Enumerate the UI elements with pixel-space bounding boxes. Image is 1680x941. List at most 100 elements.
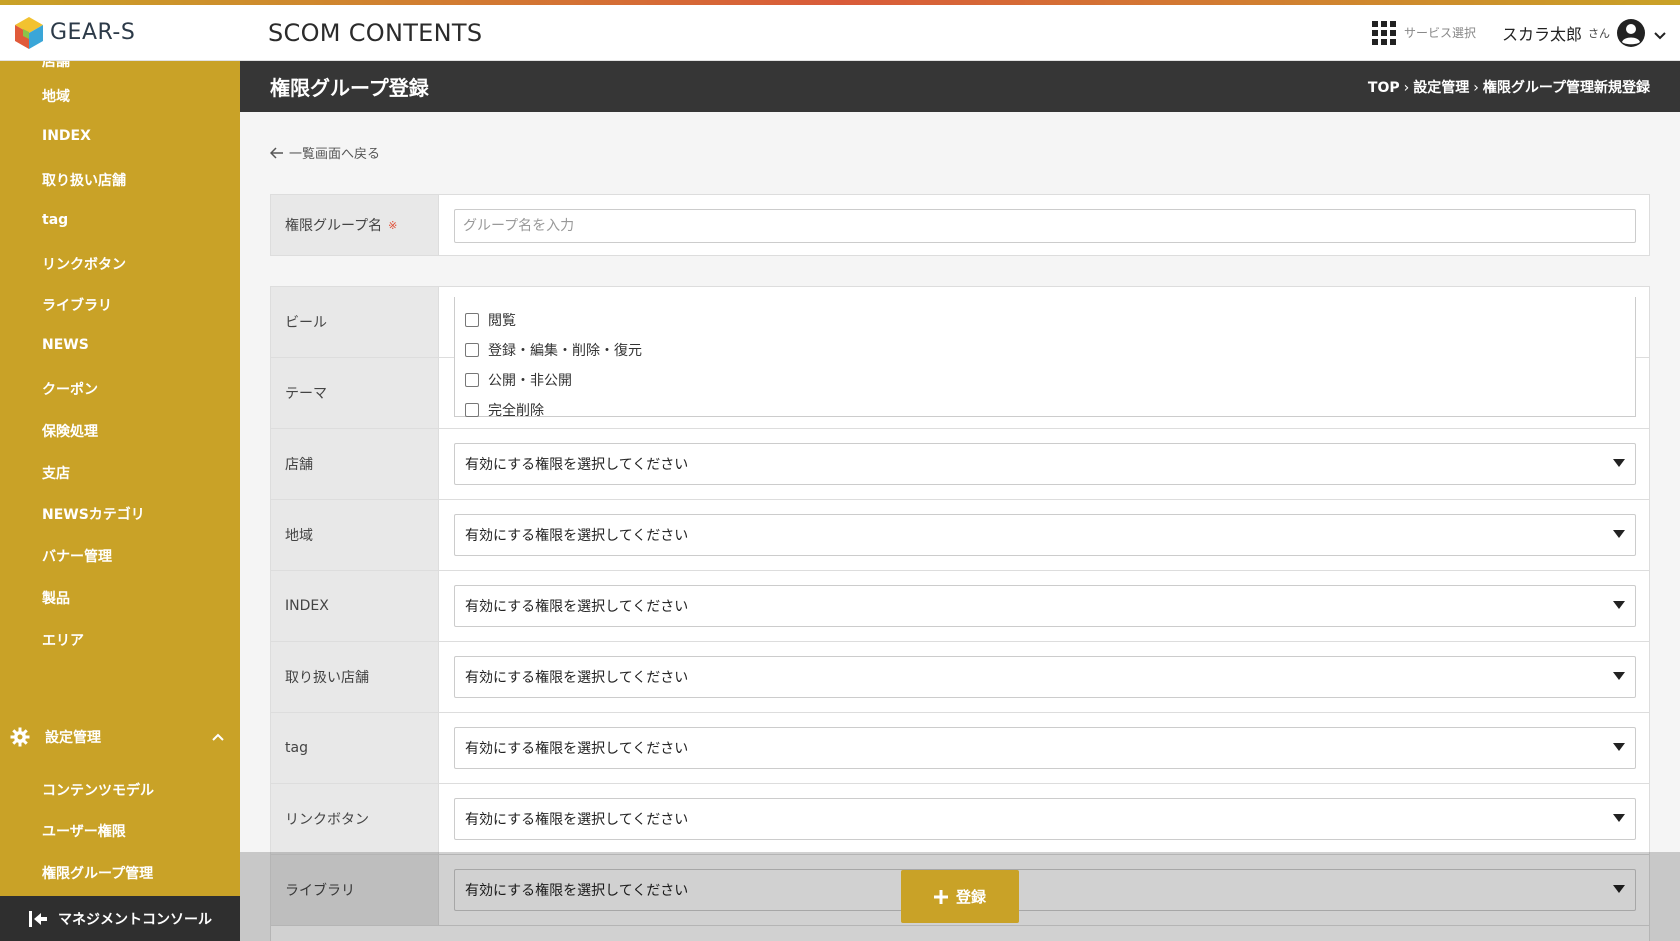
sidebar-item-news[interactable]: NEWS [42,337,89,353]
perm-select-text: 有効にする権限を選択してください [465,599,689,615]
option-label: 閲覧 [488,313,516,329]
chevron-down-icon[interactable] [1652,28,1668,44]
sidebar-item-banner[interactable]: バナー管理 [42,546,112,566]
page-title: 権限グループ登録 [270,76,429,100]
sidebar-item-product[interactable]: 製品 [42,588,70,608]
perm-row-region: 地域 有効にする権限を選択してください [271,500,1649,571]
main-content: 一覧画面へ戻る 権限グループ名 ※ ビール テーマ 店舗 有効にする権限を選択し… [240,112,1680,941]
perm-label: INDEX [271,571,439,641]
option-delete[interactable]: 完全削除 [455,395,1635,425]
required-mark: ※ [388,218,398,232]
option-label: 登録・編集・削除・復元 [488,343,642,359]
sidebar-item-index[interactable]: INDEX [42,128,91,144]
perm-select-handling-stores[interactable]: 有効にする権限を選択してください [454,656,1636,698]
breadcrumb-separator: › [1473,79,1479,96]
option-label: 完全削除 [488,403,544,419]
submit-label: 登録 [955,888,986,906]
perm-select-text: 有効にする権限を選択してください [465,812,689,828]
perm-label: ビール [271,287,439,357]
perm-select-text: 有効にする権限を選択してください [465,528,689,544]
gear-s-logo-icon [15,16,43,49]
sidebar-item-cut[interactable]: 店舗 [42,61,70,71]
perm-select-text: 有効にする権限を選択してください [465,741,689,757]
perm-select-tag[interactable]: 有効にする権限を選択してください [454,727,1636,769]
app-title: SCOM CONTENTS [268,18,483,47]
permissions-table: ビール テーマ 店舗 有効にする権限を選択してください 地域 有効にする権限を選… [270,286,1650,941]
perm-row-link-button: リンクボタン 有効にする権限を選択してください [271,784,1649,855]
logo-text: GEAR-S [50,20,136,45]
caret-down-icon [1613,672,1625,680]
chevron-up-icon[interactable] [210,729,226,745]
user-name[interactable]: スカラ太郎 [1502,21,1582,45]
page-header: 権限グループ登録 TOP › 設定管理 › 権限グループ管理新規登録 [240,61,1680,112]
sidebar-item-insurance[interactable]: 保険処理 [42,421,98,441]
sidebar-item-tag[interactable]: tag [42,212,68,228]
perm-row-handling-stores: 取り扱い店舗 有効にする権限を選択してください [271,642,1649,713]
arrow-left-icon [270,146,283,159]
management-console-button[interactable]: マネジメントコンソール [0,896,240,941]
perm-label: tag [271,713,439,783]
management-console-label: マネジメントコンソール [58,911,212,928]
back-link-label: 一覧画面へ戻る [289,147,381,162]
perm-row-store: 店舗 有効にする権限を選択してください [271,429,1649,500]
perm-label: リンクボタン [271,784,439,854]
perm-row-tag: tag 有効にする権限を選択してください [271,713,1649,784]
perm-select-text: 有効にする権限を選択してください [465,457,689,473]
caret-down-icon [1613,601,1625,609]
group-name-label: 権限グループ名 [285,218,383,234]
sidebar-section-label: 設定管理 [45,730,101,746]
sidebar-item-branch[interactable]: 支店 [42,463,70,483]
sidebar-item-area[interactable]: エリア [42,630,84,650]
caret-down-icon [1613,814,1625,822]
option-edit[interactable]: 登録・編集・削除・復元 [455,335,1635,365]
breadcrumb-settings[interactable]: 設定管理 [1413,80,1469,96]
sidebar-section-settings[interactable]: 設定管理 [10,722,240,752]
gear-icon [10,727,30,747]
sidebar-item-content-model[interactable]: コンテンツモデル [42,780,154,800]
sidebar-item-user-permission[interactable]: ユーザー権限 [42,821,126,841]
perm-select-link-button[interactable]: 有効にする権限を選択してください [454,798,1636,840]
checkbox[interactable] [465,343,479,357]
breadcrumb-current: 権限グループ管理新規登録 [1482,79,1650,96]
option-publish[interactable]: 公開・非公開 [455,365,1635,395]
caret-down-icon [1613,530,1625,538]
perm-select-region[interactable]: 有効にする権限を選択してください [454,514,1636,556]
caret-down-icon [1613,743,1625,751]
logo[interactable]: GEAR-S [0,16,240,50]
perm-row-index: INDEX 有効にする権限を選択してください [271,571,1649,642]
permission-options-dropdown: 閲覧 登録・編集・削除・復元 公開・非公開 完全削除 [454,297,1636,419]
submit-button[interactable]: 登録 [901,870,1019,923]
exit-arrow-icon [29,910,47,927]
sidebar-item-library[interactable]: ライブラリ [42,295,112,315]
back-to-list-link[interactable]: 一覧画面へ戻る [270,143,380,162]
group-name-input[interactable] [454,209,1636,243]
sidebar-item-handling-stores[interactable]: 取り扱い店舗 [42,170,126,190]
checkbox[interactable] [465,313,479,327]
breadcrumb-top[interactable]: TOP [1368,80,1400,96]
perm-label: 地域 [271,500,439,570]
perm-label: 店舗 [271,429,439,499]
apps-grid-icon[interactable] [1371,20,1396,45]
user-suffix: さん [1588,26,1610,40]
sidebar-item-coupon[interactable]: クーポン [42,379,98,399]
perm-select-index[interactable]: 有効にする権限を選択してください [454,585,1636,627]
topbar-right: サービス選択 スカラ太郎 さん [1371,18,1680,48]
breadcrumb-separator: › [1403,79,1410,96]
perm-select-store[interactable]: 有効にする権限を選択してください [454,443,1636,485]
sidebar-item-link-button[interactable]: リンクボタン [42,254,126,274]
group-name-row: 権限グループ名 ※ [270,194,1650,256]
perm-select-text: 有効にする権限を選択してください [465,670,689,686]
checkbox[interactable] [465,403,479,417]
option-label: 公開・非公開 [488,373,572,389]
user-avatar-icon[interactable] [1616,18,1646,48]
sidebar-item-region[interactable]: 地域 [42,86,70,106]
perm-label: 取り扱い店舗 [271,642,439,712]
checkbox[interactable] [465,373,479,387]
breadcrumb: TOP › 設定管理 › 権限グループ管理新規登録 [1368,77,1650,97]
caret-down-icon [1613,459,1625,467]
sidebar-item-permission-group[interactable]: 権限グループ管理 [42,863,153,883]
plus-icon [933,889,948,904]
option-view[interactable]: 閲覧 [455,305,1635,335]
service-select-link[interactable]: サービス選択 [1404,24,1476,41]
sidebar-item-news-category[interactable]: NEWSカテゴリ [42,504,145,524]
